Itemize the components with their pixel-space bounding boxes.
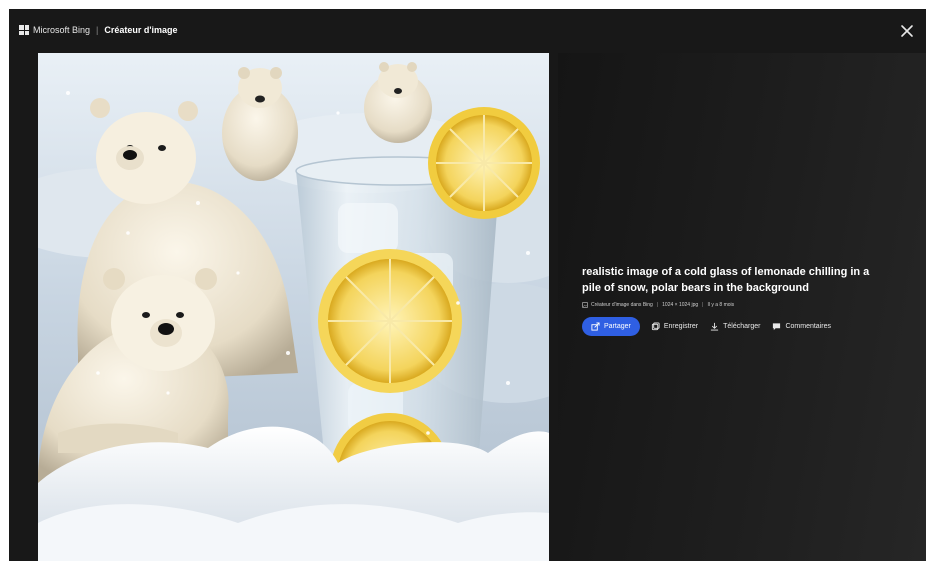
image-icon [582, 302, 588, 308]
image-prompt-title: realistic image of a cold glass of lemon… [582, 266, 870, 294]
image-info: realistic image of a cold glass of lemon… [582, 264, 882, 336]
comment-icon [773, 323, 781, 331]
save-button[interactable]: Enregistrer [651, 322, 698, 331]
brand-name: Microsoft Bing [33, 25, 91, 35]
download-icon [710, 322, 719, 331]
action-bar: Partager Enregistrer Télécharger Comment… [582, 317, 882, 336]
download-button[interactable]: Télécharger [710, 322, 760, 331]
download-label: Télécharger [723, 323, 761, 330]
close-button[interactable] [898, 22, 916, 40]
microsoft-logo-icon [19, 25, 29, 35]
top-bar: Microsoft Bing | Créateur d'image [9, 9, 926, 53]
meta-source: Créateur d'image dans Bing [591, 302, 653, 308]
meta-divider: | [702, 302, 704, 308]
share-label: Partager [604, 323, 631, 330]
comments-button[interactable]: Commentaires [772, 322, 831, 331]
comments-label: Commentaires [785, 323, 831, 330]
brand-divider: | [96, 25, 99, 35]
meta-divider: | [656, 302, 659, 308]
meta-size: 1024 × 1024 jpg [662, 302, 699, 308]
lemon-rim-slice [428, 107, 540, 219]
generated-image[interactable] [38, 53, 549, 561]
image-illustration [38, 53, 549, 561]
save-icon [651, 322, 660, 331]
share-icon [591, 322, 600, 331]
brand[interactable]: Microsoft Bing | Créateur d'image [19, 25, 178, 35]
meta-age: Il y a 8 mois [707, 302, 735, 308]
save-label: Enregistrer [663, 323, 699, 330]
close-icon [901, 25, 913, 37]
share-button[interactable]: Partager [582, 317, 640, 336]
image-meta: Créateur d'image dans Bing | 1024 × 1024… [582, 302, 882, 308]
app-name: Créateur d'image [104, 25, 178, 35]
